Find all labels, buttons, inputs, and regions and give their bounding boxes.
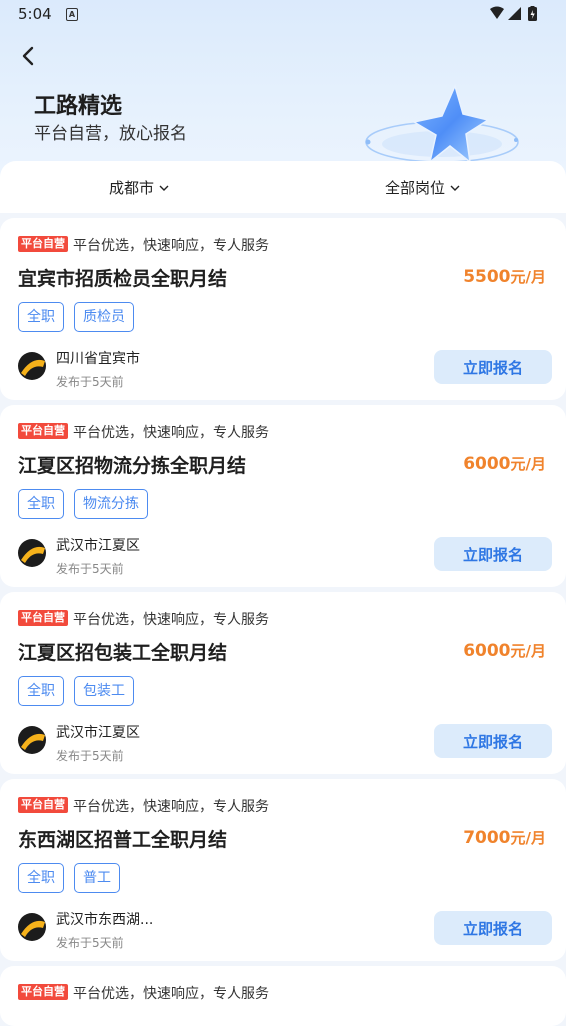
salary-unit: 元/月 — [510, 268, 546, 286]
apply-button[interactable]: 立即报名 — [434, 350, 552, 384]
job-tags: 全职 普工 — [18, 863, 120, 893]
apply-button[interactable]: 立即报名 — [434, 911, 552, 945]
self-operated-badge: 平台自营 — [18, 423, 68, 439]
job-location: 武汉市江夏区 — [56, 538, 140, 554]
status-bar: 5:04 A — [0, 0, 566, 30]
job-posted-time: 发布于5天前 — [56, 375, 124, 389]
back-arrow-icon[interactable] — [16, 42, 44, 70]
job-tag: 包装工 — [74, 676, 134, 706]
city-filter[interactable]: 成都市 — [109, 177, 169, 198]
job-slogan: 平台优选，快速响应，专人服务 — [73, 238, 269, 254]
job-card[interactable]: 平台自营 平台优选，快速响应，专人服务 江夏区招物流分拣全职月结 6000元/月… — [0, 405, 566, 587]
company-logo-icon — [18, 539, 46, 567]
job-location: 武汉市江夏区 — [56, 725, 140, 741]
job-slogan: 平台优选，快速响应，专人服务 — [73, 986, 269, 1002]
company-logo-icon — [18, 352, 46, 380]
salary-unit: 元/月 — [510, 455, 546, 473]
chevron-down-icon — [159, 185, 169, 191]
signal-icon — [508, 7, 521, 20]
job-posted-time: 发布于5天前 — [56, 562, 124, 576]
job-title: 江夏区招物流分拣全职月结 — [18, 455, 247, 477]
filter-bar: 成都市 全部岗位 — [0, 161, 566, 213]
apply-button[interactable]: 立即报名 — [434, 724, 552, 758]
chevron-down-icon — [450, 185, 460, 191]
battery-icon — [528, 5, 537, 21]
notification-icon: A — [66, 8, 78, 21]
self-operated-badge: 平台自营 — [18, 797, 68, 813]
salary-unit: 元/月 — [510, 642, 546, 660]
self-operated-badge: 平台自营 — [18, 236, 68, 252]
job-tag: 全职 — [18, 676, 64, 706]
job-tag: 全职 — [18, 489, 64, 519]
wifi-icon — [490, 6, 504, 19]
job-tags: 全职 物流分拣 — [18, 489, 148, 519]
company-logo-icon — [18, 726, 46, 754]
salary-unit: 元/月 — [510, 829, 546, 847]
job-tag: 全职 — [18, 302, 64, 332]
salary-amount: 5500 — [463, 267, 511, 287]
salary-amount: 6000 — [463, 454, 511, 474]
job-card[interactable]: 平台自营 平台优选，快速响应，专人服务 宜宾市招质检员全职月结 5500元/月 … — [0, 218, 566, 400]
job-slogan: 平台优选，快速响应，专人服务 — [73, 799, 269, 815]
job-title: 东西湖区招普工全职月结 — [18, 829, 228, 851]
job-slogan: 平台优选，快速响应，专人服务 — [73, 425, 269, 441]
job-salary: 7000元/月 — [463, 827, 546, 848]
job-tag: 质检员 — [74, 302, 134, 332]
job-tags: 全职 质检员 — [18, 302, 134, 332]
job-card[interactable]: 平台自营 平台优选，快速响应，专人服务 — [0, 966, 566, 1026]
job-title: 江夏区招包装工全职月结 — [18, 642, 228, 664]
self-operated-badge: 平台自营 — [18, 984, 68, 1000]
job-salary: 6000元/月 — [463, 640, 546, 661]
job-title: 宜宾市招质检员全职月结 — [18, 268, 228, 290]
job-tag: 普工 — [74, 863, 120, 893]
job-location: 四川省宜宾市 — [56, 351, 140, 367]
self-operated-badge: 平台自营 — [18, 610, 68, 626]
job-location: 武汉市东西湖... — [56, 912, 154, 928]
job-tag: 物流分拣 — [74, 489, 148, 519]
page-title: 工路精选 — [34, 94, 123, 119]
star-illustration — [365, 83, 519, 164]
job-card[interactable]: 平台自营 平台优选，快速响应，专人服务 东西湖区招普工全职月结 7000元/月 … — [0, 779, 566, 961]
job-slogan: 平台优选，快速响应，专人服务 — [73, 612, 269, 628]
apply-button[interactable]: 立即报名 — [434, 537, 552, 571]
company-logo-icon — [18, 913, 46, 941]
job-posted-time: 发布于5天前 — [56, 936, 124, 950]
status-icons — [488, 5, 548, 26]
salary-amount: 7000 — [463, 828, 511, 848]
job-tag: 全职 — [18, 863, 64, 893]
job-tags: 全职 包装工 — [18, 676, 134, 706]
status-time: 5:04 — [18, 5, 52, 23]
job-salary: 6000元/月 — [463, 453, 546, 474]
position-filter[interactable]: 全部岗位 — [385, 177, 460, 198]
city-filter-label: 成都市 — [109, 179, 155, 197]
page-subtitle: 平台自营，放心报名 — [34, 124, 187, 144]
job-posted-time: 发布于5天前 — [56, 749, 124, 763]
salary-amount: 6000 — [463, 641, 511, 661]
position-filter-label: 全部岗位 — [385, 179, 446, 197]
job-card[interactable]: 平台自营 平台优选，快速响应，专人服务 江夏区招包装工全职月结 6000元/月 … — [0, 592, 566, 774]
job-salary: 5500元/月 — [463, 266, 546, 287]
